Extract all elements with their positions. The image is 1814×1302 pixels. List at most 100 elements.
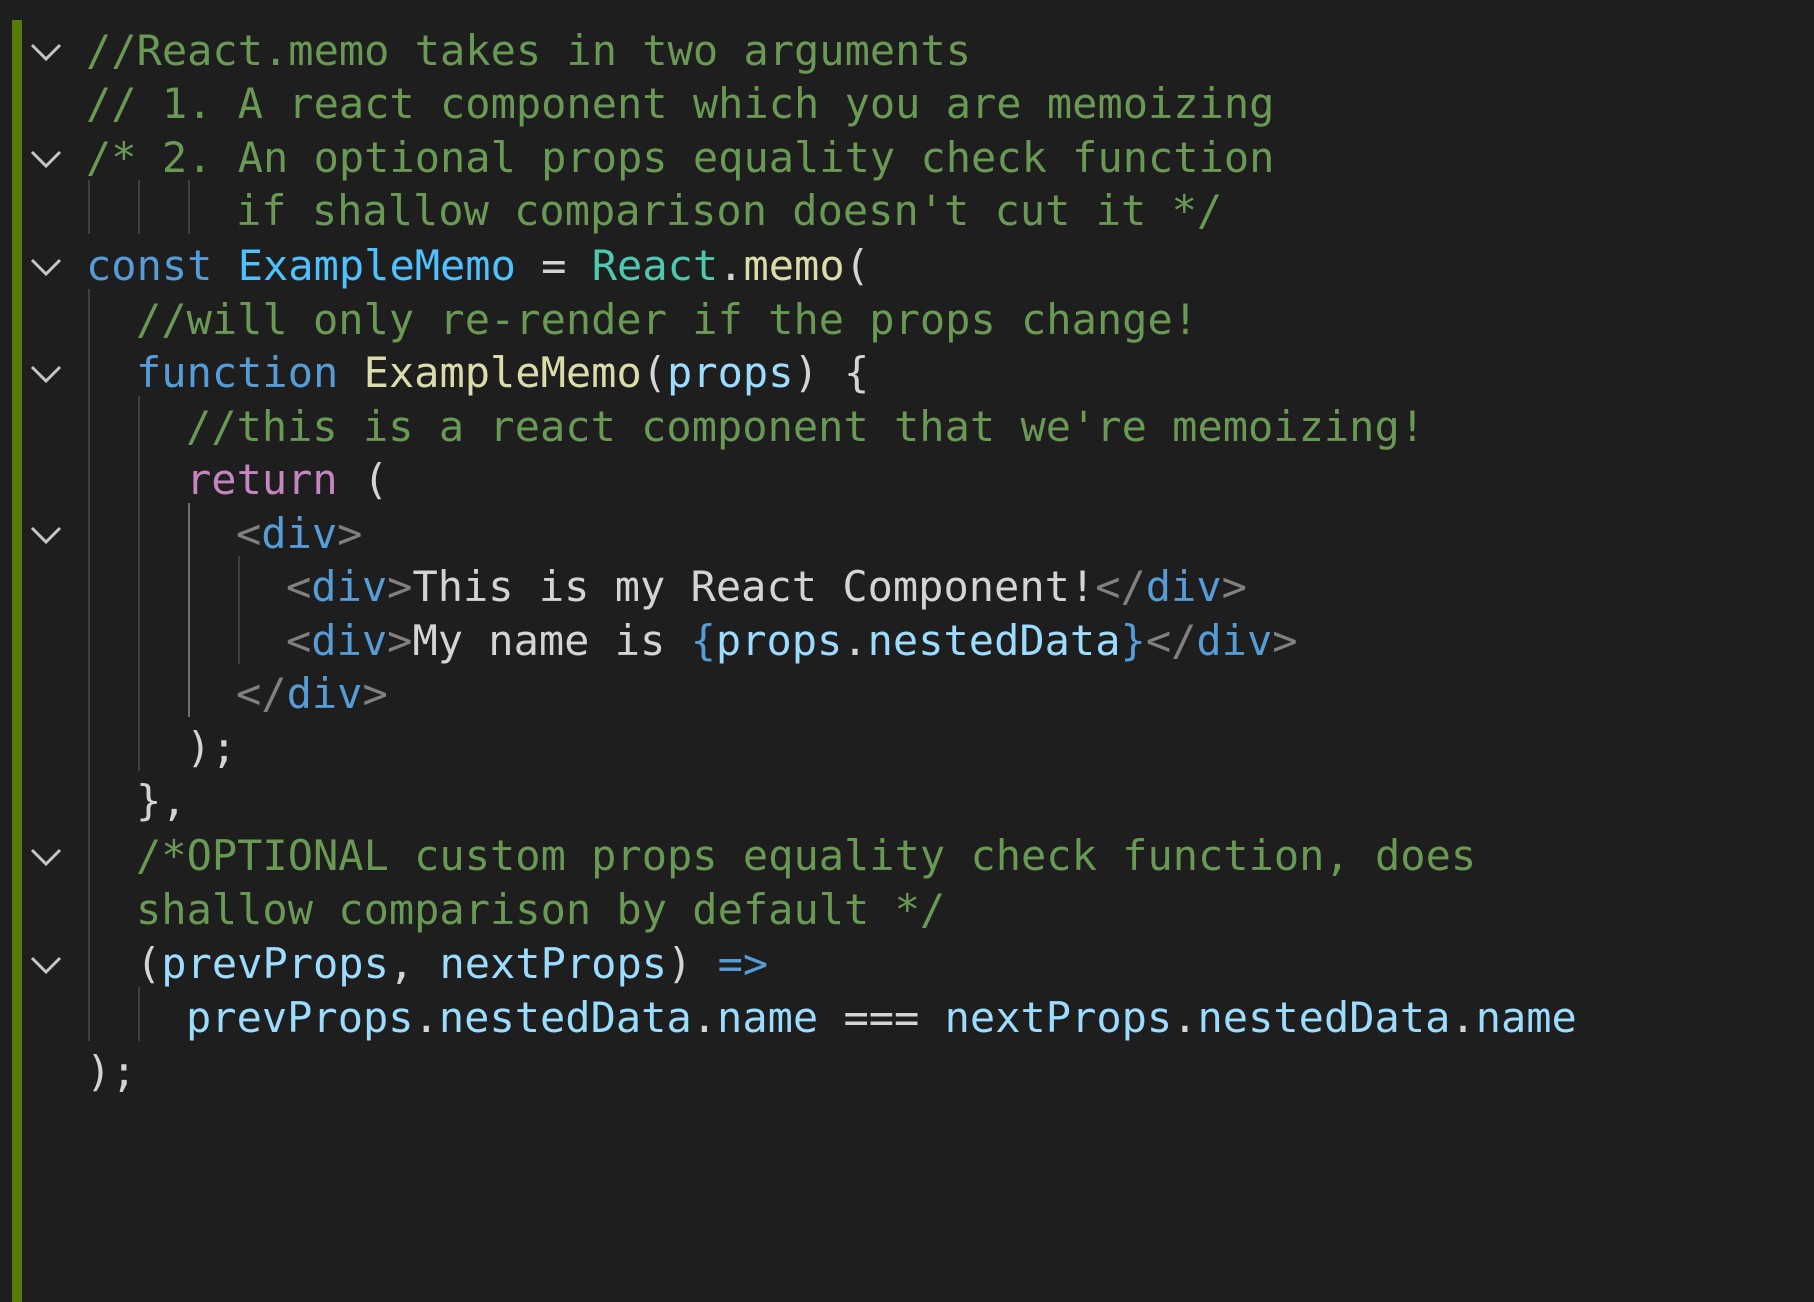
code-token: prevProps: [186, 993, 414, 1042]
code-token: {: [690, 616, 716, 665]
code-token: return: [186, 455, 338, 504]
code-line[interactable]: return (: [0, 449, 1814, 511]
chevron-down-icon[interactable]: [28, 955, 64, 975]
code-token: div: [1145, 562, 1222, 611]
code-text: );: [86, 1047, 137, 1097]
code-token: .: [691, 993, 718, 1042]
code-line[interactable]: function ExampleMemo(props) {: [0, 342, 1814, 404]
code-text: },: [136, 776, 187, 826]
code-line[interactable]: /*OPTIONAL custom props equality check f…: [0, 825, 1814, 887]
code-token: ) {: [793, 348, 870, 397]
code-text: return (: [186, 455, 388, 505]
code-text: //will only re-render if the props chang…: [136, 295, 1198, 345]
chevron-down-icon[interactable]: [28, 257, 64, 277]
code-token: function: [136, 348, 339, 397]
code-token: <: [286, 616, 312, 665]
code-text: </div>: [236, 669, 388, 719]
indent-guide: [138, 396, 140, 771]
code-text: );: [186, 723, 237, 773]
code-token: div: [311, 562, 388, 611]
code-token: </: [1095, 562, 1146, 611]
code-token: >: [337, 509, 363, 558]
code-token: div: [261, 509, 338, 558]
code-token: (: [844, 241, 870, 290]
indent-guide: [138, 180, 140, 234]
code-line[interactable]: prevProps.nestedData.name === nextProps.…: [0, 987, 1814, 1049]
code-token: .: [1450, 993, 1476, 1042]
chevron-down-icon[interactable]: [28, 42, 64, 62]
code-line[interactable]: if shallow comparison doesn't cut it */: [0, 180, 1814, 242]
code-text: // 1. A react component which you are me…: [86, 79, 1274, 129]
code-token: // 1. A react component which you are me…: [86, 79, 1275, 128]
code-line[interactable]: (prevProps, nextProps) =>: [0, 933, 1814, 995]
code-token: >: [1272, 616, 1298, 665]
code-token: ===: [818, 993, 945, 1042]
code-text: /*OPTIONAL custom props equality check f…: [136, 831, 1476, 881]
code-text: <div>This is my React Component!</div>: [286, 562, 1247, 612]
chevron-down-icon[interactable]: [28, 525, 64, 545]
code-text: //React.memo takes in two arguments: [86, 26, 971, 76]
chevron-down-icon[interactable]: [28, 847, 64, 867]
code-line[interactable]: const ExampleMemo = React.memo(: [0, 235, 1814, 297]
code-token: >: [1221, 562, 1247, 611]
code-token: >: [362, 669, 388, 718]
code-token: div: [311, 616, 388, 665]
code-line[interactable]: <div>This is my React Component!</div>: [0, 556, 1814, 618]
code-token: =>: [717, 939, 769, 988]
code-token: <: [286, 562, 312, 611]
code-token: //will only re-render if the props chang…: [136, 295, 1199, 344]
code-token: >: [387, 616, 413, 665]
code-token: props: [667, 348, 794, 397]
code-token: nestedData: [438, 993, 692, 1042]
code-token: (: [641, 348, 668, 397]
code-text: function ExampleMemo(props) {: [136, 348, 869, 398]
code-token: .: [413, 993, 439, 1042]
indent-guide: [88, 289, 90, 1041]
indent-guide: [138, 987, 140, 1041]
code-text: if shallow comparison doesn't cut it */: [236, 186, 1222, 236]
code-line[interactable]: },: [0, 770, 1814, 832]
code-token: (: [337, 455, 389, 504]
code-text: prevProps.nestedData.name === nextProps.…: [186, 993, 1577, 1043]
code-token: .: [718, 241, 744, 290]
code-token: if shallow comparison doesn't cut it */: [236, 186, 1223, 235]
code-token: name: [717, 993, 819, 1042]
code-token: ,: [388, 939, 440, 988]
code-token: //React.memo takes in two arguments: [86, 26, 972, 75]
code-token: name: [1475, 993, 1577, 1042]
code-text: (prevProps, nextProps) =>: [136, 939, 768, 989]
code-token: </: [236, 669, 287, 718]
code-editor[interactable]: //React.memo takes in two arguments// 1.…: [0, 0, 1814, 1302]
code-token: nestedData: [1197, 993, 1451, 1042]
code-line[interactable]: shallow comparison by default */: [0, 879, 1814, 941]
code-token: nestedData: [867, 616, 1121, 665]
chevron-down-icon[interactable]: [28, 364, 64, 384]
code-token: }: [1120, 616, 1146, 665]
code-token: ExampleMemo: [237, 241, 516, 290]
code-token: div: [1196, 616, 1273, 665]
code-token: //this is a react component that we're m…: [186, 402, 1426, 451]
code-token: const: [86, 241, 213, 290]
indent-guide: [238, 556, 240, 664]
code-token: },: [136, 776, 187, 825]
code-token: React: [591, 241, 719, 290]
code-token: shallow comparison by default */: [136, 885, 946, 934]
code-token: <: [236, 509, 262, 558]
code-line[interactable]: // 1. A react component which you are me…: [0, 73, 1814, 135]
code-line[interactable]: );: [0, 1041, 1814, 1103]
code-token: =: [515, 241, 592, 290]
chevron-down-icon[interactable]: [28, 149, 64, 169]
code-token: memo: [743, 241, 845, 290]
code-token: /* 2. An optional props equality check f…: [86, 133, 1275, 182]
indent-guide: [188, 503, 190, 717]
code-token: My name is: [412, 616, 691, 665]
code-text: <div>: [236, 509, 362, 559]
code-token: nextProps: [439, 939, 668, 988]
code-token: props: [715, 616, 843, 665]
code-line[interactable]: </div>: [0, 663, 1814, 725]
code-token: (: [136, 939, 162, 988]
code-text: shallow comparison by default */: [136, 885, 945, 935]
code-text: //this is a react component that we're m…: [186, 402, 1425, 452]
